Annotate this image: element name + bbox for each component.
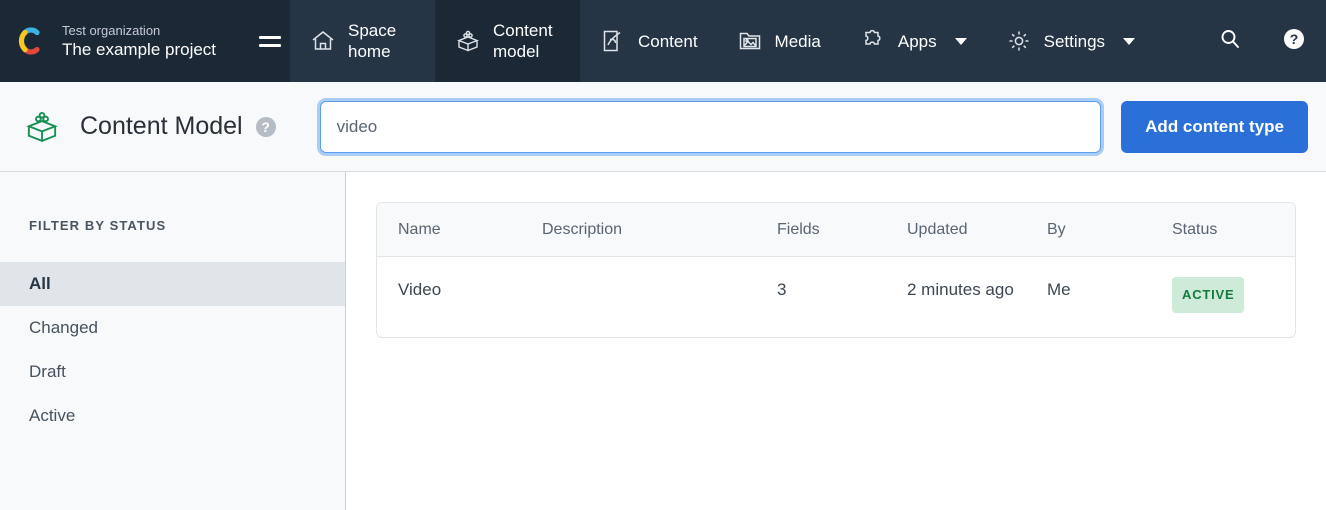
column-header-name[interactable]: Name xyxy=(377,203,542,256)
table-row[interactable]: Video 3 2 minutes ago Me ACTIVE xyxy=(377,257,1295,337)
search-field-wrapper xyxy=(319,100,1102,153)
content-model-icon xyxy=(22,107,62,147)
cell-by: Me xyxy=(1047,280,1071,299)
project-name: The example project xyxy=(62,39,217,59)
nav-tab-label: Media xyxy=(774,31,821,51)
sidebar-item-all[interactable]: All xyxy=(0,262,345,306)
nav-tab-label: Content model xyxy=(493,21,553,61)
help-circle-icon: ? xyxy=(1282,27,1306,56)
contentful-logo-icon xyxy=(14,24,48,58)
column-header-updated[interactable]: Updated xyxy=(907,203,1047,256)
nav-tab-label: Space home xyxy=(348,21,397,61)
svg-text:?: ? xyxy=(1290,31,1299,47)
help-circle-icon[interactable]: ? xyxy=(255,116,276,137)
search-icon xyxy=(1218,27,1242,56)
add-content-type-button[interactable]: Add content type xyxy=(1121,100,1308,153)
apps-puzzle-icon xyxy=(859,27,887,55)
content-model-icon xyxy=(454,27,482,55)
sidebar-item-draft[interactable]: Draft xyxy=(0,350,345,394)
nav-tab-media[interactable]: Media xyxy=(717,0,840,82)
cell-status: ACTIVE xyxy=(1172,257,1295,337)
home-icon xyxy=(309,27,337,55)
filter-list: All Changed Draft Active xyxy=(0,262,345,438)
nav-tab-content-model[interactable]: Content model xyxy=(435,0,580,82)
media-icon xyxy=(736,27,764,55)
page-title: Content Model xyxy=(80,112,243,140)
nav-tab-space-home[interactable]: Space home xyxy=(290,0,435,82)
sidebar-item-active[interactable]: Active xyxy=(0,394,345,438)
table-header-row: Name Description Fields Updated By Statu… xyxy=(377,203,1295,257)
cell-description xyxy=(542,257,777,337)
brand-block[interactable]: Test organization The example project xyxy=(0,0,290,82)
content-icon xyxy=(599,27,627,55)
nav-search-button[interactable] xyxy=(1198,0,1262,82)
nav-tab-apps[interactable]: Apps xyxy=(840,0,986,82)
nav-tab-settings[interactable]: Settings xyxy=(986,0,1154,82)
nav-tab-label: Content xyxy=(638,31,698,51)
content-types-table: Name Description Fields Updated By Statu… xyxy=(376,202,1296,338)
chevron-down-icon xyxy=(1123,37,1136,45)
nav-tabs: Space home Content model Content Media A… xyxy=(290,0,1326,82)
cell-fields: 3 xyxy=(777,280,787,299)
sidebar-item-changed[interactable]: Changed xyxy=(0,306,345,350)
nav-tab-label: Settings xyxy=(1043,31,1106,51)
status-badge: ACTIVE xyxy=(1172,277,1245,313)
filter-by-status-heading: FILTER BY STATUS xyxy=(29,218,167,233)
search-input[interactable] xyxy=(319,100,1102,153)
chevron-down-icon xyxy=(954,37,967,45)
column-header-fields[interactable]: Fields xyxy=(777,203,907,256)
page-header: Content Model ? Add content type xyxy=(0,82,1326,172)
settings-gear-icon xyxy=(1005,27,1033,55)
column-header-description[interactable]: Description xyxy=(542,203,777,256)
top-navigation-bar: Test organization The example project Sp… xyxy=(0,0,1326,82)
sidebar: FILTER BY STATUS All Changed Draft Activ… xyxy=(0,172,346,510)
column-header-by[interactable]: By xyxy=(1047,203,1172,256)
column-header-status[interactable]: Status xyxy=(1172,203,1295,256)
cell-name: Video xyxy=(398,280,442,299)
nav-tab-content[interactable]: Content xyxy=(580,0,717,82)
page-body: FILTER BY STATUS All Changed Draft Activ… xyxy=(0,172,1326,510)
organization-name: Test organization xyxy=(62,22,161,38)
nav-tab-label: Apps xyxy=(897,31,937,51)
main-content: Name Description Fields Updated By Statu… xyxy=(346,172,1326,510)
nav-help-button[interactable]: ? xyxy=(1262,0,1326,82)
cell-updated: 2 minutes ago xyxy=(907,280,1014,299)
hamburger-menu-icon[interactable] xyxy=(250,35,290,47)
